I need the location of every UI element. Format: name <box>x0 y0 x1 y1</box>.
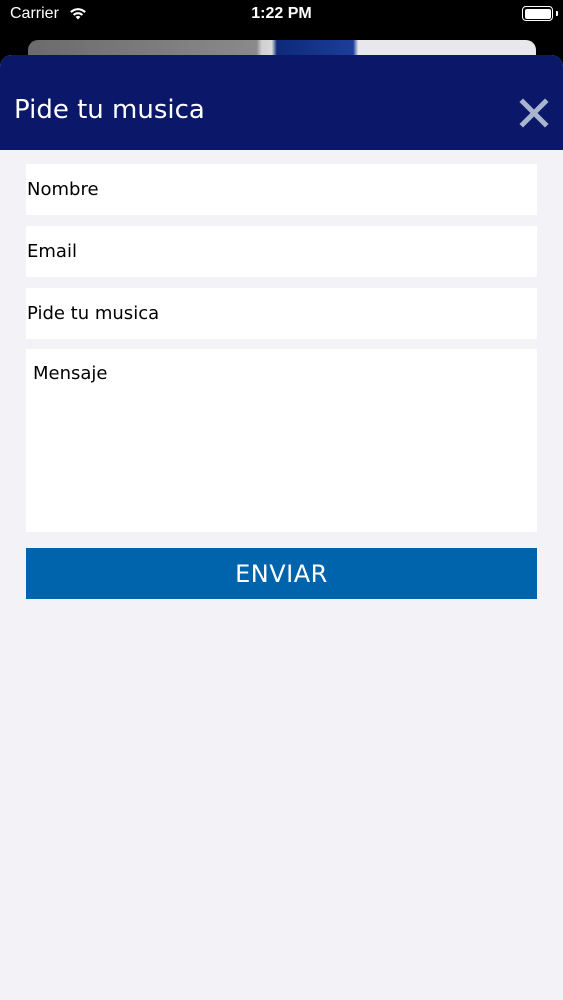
request-sheet: Pide tu musica ENVIAR <box>0 55 563 1000</box>
clock: 1:22 PM <box>251 5 312 22</box>
sheet-header: Pide tu musica <box>0 55 563 150</box>
song-request-field[interactable] <box>26 288 537 339</box>
status-bar: Carrier 1:22 PM <box>0 0 563 32</box>
battery-tip <box>556 11 558 16</box>
email-field[interactable] <box>26 226 537 277</box>
name-field[interactable] <box>26 164 537 215</box>
message-field[interactable] <box>26 349 537 532</box>
close-icon[interactable] <box>517 96 551 130</box>
sheet-title: Pide tu musica <box>14 95 205 125</box>
battery-icon <box>522 6 553 21</box>
submit-button[interactable]: ENVIAR <box>26 548 537 599</box>
